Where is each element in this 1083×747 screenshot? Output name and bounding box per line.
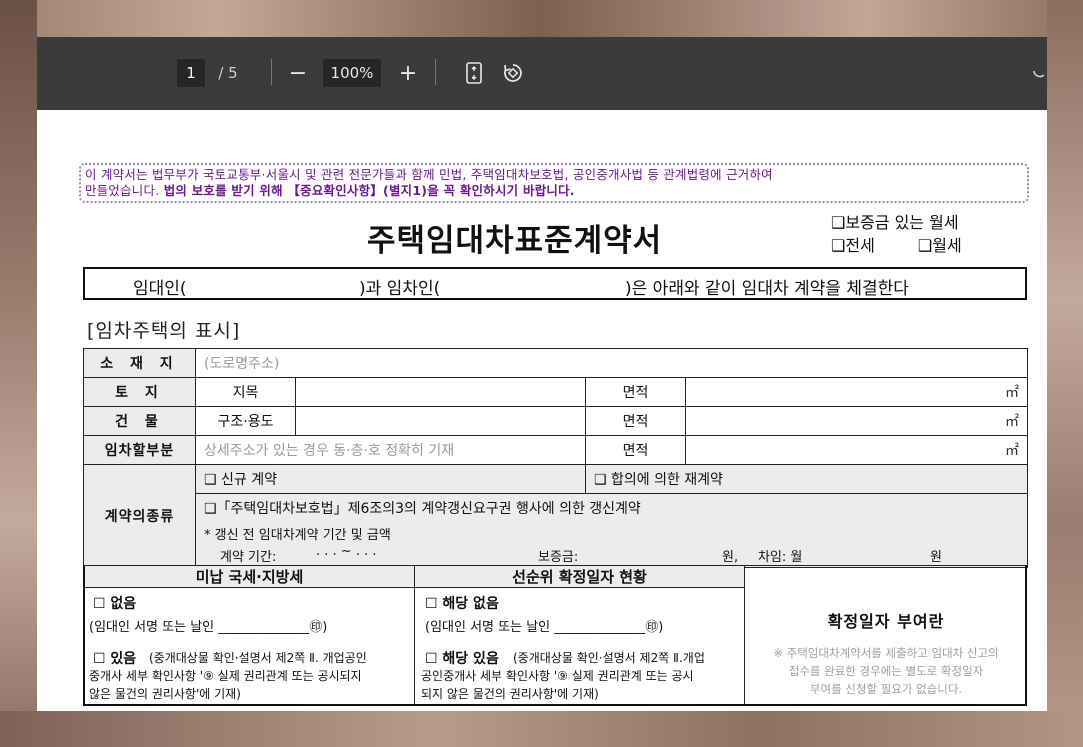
priority-yes-desc: (중개대상물 확인·설명서 제2쪽 Ⅱ.개업 [513, 651, 705, 665]
statement-rest: )은 아래와 같이 임대차 계약을 체결한다 [625, 279, 909, 299]
priority-date-column: 선순위 확정일자 현황 ☐ 해당 없음 (임대인 서명 또는 날인 ______… [415, 566, 745, 705]
priority-yes-checkbox[interactable]: ☐ 해당 있음 [425, 648, 499, 668]
rent-label: 차임: 월 [758, 550, 803, 565]
fit-page-icon[interactable] [461, 59, 487, 87]
table-row: 임차할부분 상세주소가 있는 경우 동·층·호 정확히 기재 면적 ㎡ [83, 435, 1029, 465]
won-unit-2: 원 [930, 550, 942, 565]
table-row: 건 물 구조·용도 면적 ㎡ [83, 406, 1029, 436]
unpaid-tax-column: 미납 국세·지방세 ☐ 없음 (임대인 서명 또는 날인 ___________… [85, 566, 415, 705]
priority-date-header: 선순위 확정일자 현황 [415, 566, 744, 588]
rental-part-label: 임차할부분 [83, 435, 196, 465]
contract-kind-label: 계약의종류 [83, 464, 196, 568]
tax-none-checkbox[interactable]: ☐ 없음 [93, 593, 136, 613]
table-row: 계약의종류 ❑ 신규 계약 ❑ 합의에 의한 재계약 [83, 464, 1029, 568]
notice-box: 이 계약서는 법무부가 국토교통부·서울시 및 관련 전문가들과 함께 민법, … [79, 163, 1029, 203]
renewal-right-cell: ❑「주택임대차보호법」제6조의3의 계약갱신요구권 행사에 의한 갱신계약 * … [194, 493, 1029, 568]
notice-emphasis: 법의 보호를 받기 위해 【중요확인사항】(별지1)을 꼭 확인하시기 바랍니다… [163, 182, 575, 198]
confirmation-note: ※ 주택임대차계약서를 제출하고 임대차 신고의 [773, 646, 999, 660]
pdf-viewer: 1 / 5 − 100% + 이 계약서는 법무부가 국토교통부·서울시 및 관… [37, 37, 1047, 711]
zoom-in-button[interactable]: + [395, 59, 421, 87]
landlord-label: 임대인( [133, 279, 187, 299]
won-unit: 원, [722, 550, 739, 565]
option-new-contract[interactable]: ❑ 신규 계약 [195, 464, 586, 494]
period-label: 계약 기간: [220, 550, 277, 565]
background-photo-top [0, 0, 1083, 40]
confirmation-header: 확정일자 부여란 [827, 612, 945, 631]
location-field[interactable]: (도로명주소) [194, 348, 1029, 378]
tax-yes-desc: (중개대상물 확인·설명서 제2쪽 Ⅱ. 개업공인 [149, 651, 367, 665]
notice-text: 만들었습니다. [85, 182, 160, 198]
table-row: 소 재 지 (도로명주소) [83, 348, 1029, 378]
toolbar-divider [271, 59, 272, 85]
background-photo-left [0, 0, 37, 747]
document-title: 주택임대차표준계약서 [367, 223, 663, 259]
priority-none-checkbox[interactable]: ☐ 해당 없음 [425, 593, 499, 613]
option-deposit-monthly[interactable]: ❑보증금 있는 월세 [831, 211, 962, 234]
land-area-label: 면적 [585, 377, 686, 407]
land-area-field[interactable]: ㎡ [684, 377, 1029, 407]
confirmation-note: 부여를 신청할 필요가 없습니다. [809, 682, 963, 696]
option-row: ❑전세 ❑월세 [831, 234, 962, 257]
renewal-note: * 갱신 전 임대차계약 기간 및 금액 [204, 528, 391, 543]
background-photo-right [1047, 0, 1083, 747]
priority-signature: (임대인 서명 또는 날인 ______________㊞) [425, 620, 664, 635]
option-renewal-right[interactable]: ❑「주택임대차보호법」제6조의3의 계약갱신요구권 행사에 의한 갱신계약 [204, 498, 641, 518]
rental-area-label: 면적 [585, 435, 686, 465]
land-label: 토 지 [83, 377, 196, 407]
location-label: 소 재 지 [83, 348, 196, 378]
tenant-label: )과 임차인( [359, 279, 441, 299]
land-category-field[interactable] [295, 377, 586, 407]
tax-signature: (임대인 서명 또는 날인 ______________㊞) [89, 620, 328, 635]
option-jeonse[interactable]: ❑전세 [831, 236, 875, 255]
page-number-input[interactable]: 1 [177, 59, 205, 87]
tax-yes-checkbox[interactable]: ☐ 있음 [93, 648, 136, 668]
rental-part-field[interactable]: 상세주소가 있는 경우 동·층·호 정확히 기재 [195, 435, 586, 465]
notice-line-2: 만들었습니다. 법의 보호를 받기 위해 【중요확인사항】(별지1)을 꼭 확인… [85, 183, 1023, 199]
building-structure-field[interactable] [295, 406, 586, 436]
rotate-icon[interactable] [499, 59, 527, 87]
priority-yes-desc: 공인중개사 세부 확인사항 '⑨ 실제 권리관계 또는 공시 [421, 669, 694, 683]
pdf-toolbar: 1 / 5 − 100% + [37, 37, 1047, 110]
toolbar-divider [435, 59, 436, 85]
page-total: / 5 [218, 64, 238, 82]
tax-priority-section: 미납 국세·지방세 ☐ 없음 (임대인 서명 또는 날인 ___________… [83, 565, 1027, 706]
unpaid-tax-header: 미납 국세·지방세 [85, 566, 414, 588]
land-category-label: 지목 [195, 377, 296, 407]
option-monthly[interactable]: ❑월세 [918, 236, 962, 255]
section-title: [임차주택의 표시] [87, 320, 241, 342]
rental-area-field[interactable]: ㎡ [684, 435, 1029, 465]
building-label: 건 물 [83, 406, 196, 436]
table-row: 토 지 지목 면적 ㎡ [83, 377, 1029, 407]
deposit-label: 보증금: [538, 550, 579, 565]
notice-line-1: 이 계약서는 법무부가 국토교통부·서울시 및 관련 전문가들과 함께 민법, … [85, 167, 773, 182]
confirmation-note: 접수를 완료한 경우에는 별도로 확정일자 [788, 664, 984, 678]
option-renewal-agreement[interactable]: ❑ 합의에 의한 재계약 [584, 464, 1029, 494]
confirmation-column: 확정일자 부여란 ※ 주택임대차계약서를 제출하고 임대차 신고의 접수를 완료… [745, 566, 1027, 705]
tax-yes-desc: 중개사 세부 확인사항 '⑨ 실제 권리관계 또는 공시되지 [89, 669, 362, 683]
download-icon[interactable] [1031, 59, 1047, 87]
building-area-field[interactable]: ㎡ [684, 406, 1029, 436]
priority-yes-desc: 되지 않은 물건의 권리사항'에 기재) [421, 687, 599, 701]
tax-yes-desc: 않은 물건의 권리사항'에 기재) [89, 687, 241, 701]
building-area-label: 면적 [585, 406, 686, 436]
period-field[interactable]: . . . ~ . . . [316, 544, 376, 559]
table-row: ❑「주택임대차보호법」제6조의3의 계약갱신요구권 행사에 의한 갱신계약 * … [84, 493, 1029, 568]
background-photo-bottom [0, 711, 1083, 747]
zoom-level[interactable]: 100% [323, 59, 381, 87]
zoom-out-button[interactable]: − [285, 59, 311, 87]
building-structure-label: 구조·용도 [195, 406, 296, 436]
document-page: 이 계약서는 법무부가 국토교통부·서울시 및 관련 전문가들과 함께 민법, … [37, 110, 1047, 711]
contract-type-options: ❑보증금 있는 월세 ❑전세 ❑월세 [831, 211, 962, 257]
contract-statement: 임대인( )과 임차인( )은 아래와 같이 임대차 계약을 체결한다 [83, 267, 1027, 300]
